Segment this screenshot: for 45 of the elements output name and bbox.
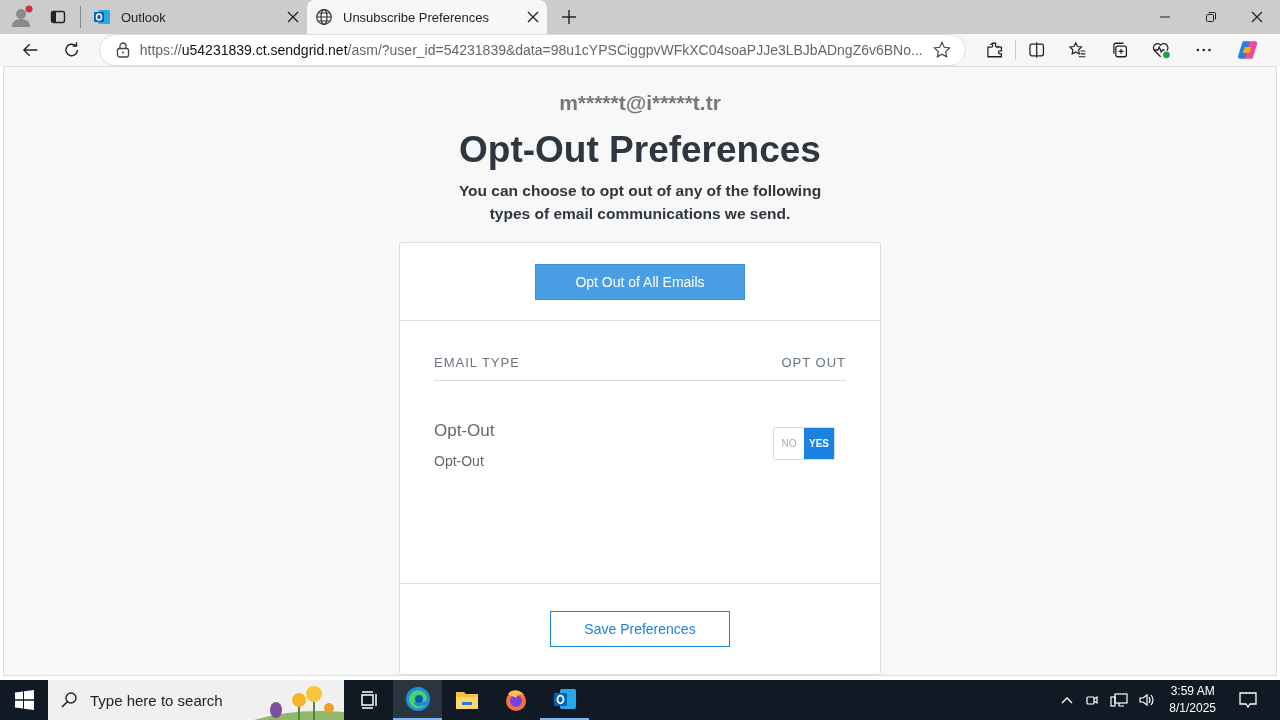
email-type-description: Opt-Out xyxy=(434,453,485,469)
back-icon[interactable] xyxy=(22,41,40,59)
save-preferences-button[interactable]: Save Preferences xyxy=(550,611,730,647)
page-title: Opt-Out Preferences xyxy=(459,129,821,171)
browser-tab[interactable]: Unsubscribe Preferences xyxy=(307,0,547,34)
favorites-icon[interactable] xyxy=(1069,41,1087,59)
restore-icon[interactable] xyxy=(1205,11,1217,23)
clock-time[interactable]: 3:59 AM xyxy=(1170,683,1215,700)
column-header: OPT OUT xyxy=(781,355,846,370)
profile-icon[interactable] xyxy=(10,5,34,29)
firefox-icon xyxy=(503,688,528,712)
new-tab-icon[interactable] xyxy=(561,9,577,25)
task-view-icon xyxy=(358,690,379,710)
collections-icon[interactable] xyxy=(1110,41,1129,59)
browser-tab[interactable]: Outlook xyxy=(85,0,307,34)
refresh-icon[interactable] xyxy=(63,41,81,59)
folder-icon xyxy=(454,689,479,711)
close-icon[interactable] xyxy=(1251,11,1263,23)
url-text: https://u54231839.ct.sendgrid.net/asm/?user_id=54231839&data=98u1cYPSCiggpvWFkXC04soaPJJe3LBJbADngZ6v6BNo... xyxy=(139,42,923,58)
globe-icon xyxy=(315,8,333,26)
split-screen-icon[interactable] xyxy=(1028,41,1046,59)
copilot-icon[interactable] xyxy=(1236,39,1258,61)
volume-icon[interactable] xyxy=(1138,692,1157,708)
lock-icon xyxy=(115,42,130,58)
email-type-name: Opt-Out xyxy=(434,421,495,441)
clock-date[interactable]: 8/1/2025 xyxy=(1169,700,1216,717)
health-icon[interactable] xyxy=(1152,41,1172,59)
toggle-option[interactable]: YES xyxy=(804,428,834,459)
column-header: EMAIL TYPE xyxy=(434,355,520,370)
search-icon xyxy=(60,691,78,709)
edge-icon xyxy=(404,686,431,712)
page-subtitle: You can choose to opt out of any of the following types of email communications we send. xyxy=(457,181,823,224)
star-icon[interactable] xyxy=(932,41,951,59)
close-icon[interactable] xyxy=(527,11,539,23)
taskbar-app[interactable] xyxy=(393,680,442,720)
taskbar-search-field[interactable]: Type here to search xyxy=(48,680,344,720)
notifications-icon[interactable] xyxy=(1238,690,1258,710)
outlook-icon xyxy=(93,8,111,26)
masked-email: m*****t@i*****t.tr xyxy=(559,91,721,115)
outlook-icon xyxy=(551,687,578,711)
network-icon[interactable] xyxy=(1110,692,1129,708)
close-icon[interactable] xyxy=(287,11,299,23)
address-bar[interactable]: https://u54231839.ct.sendgrid.net/asm/?user_id=54231839&data=98u1cYPSCiggpvWFkXC04soaPJJe3LBJbADngZ6v6BNo... xyxy=(98,34,966,66)
tab-actions-icon[interactable] xyxy=(50,9,66,25)
extensions-icon[interactable] xyxy=(985,41,1004,59)
